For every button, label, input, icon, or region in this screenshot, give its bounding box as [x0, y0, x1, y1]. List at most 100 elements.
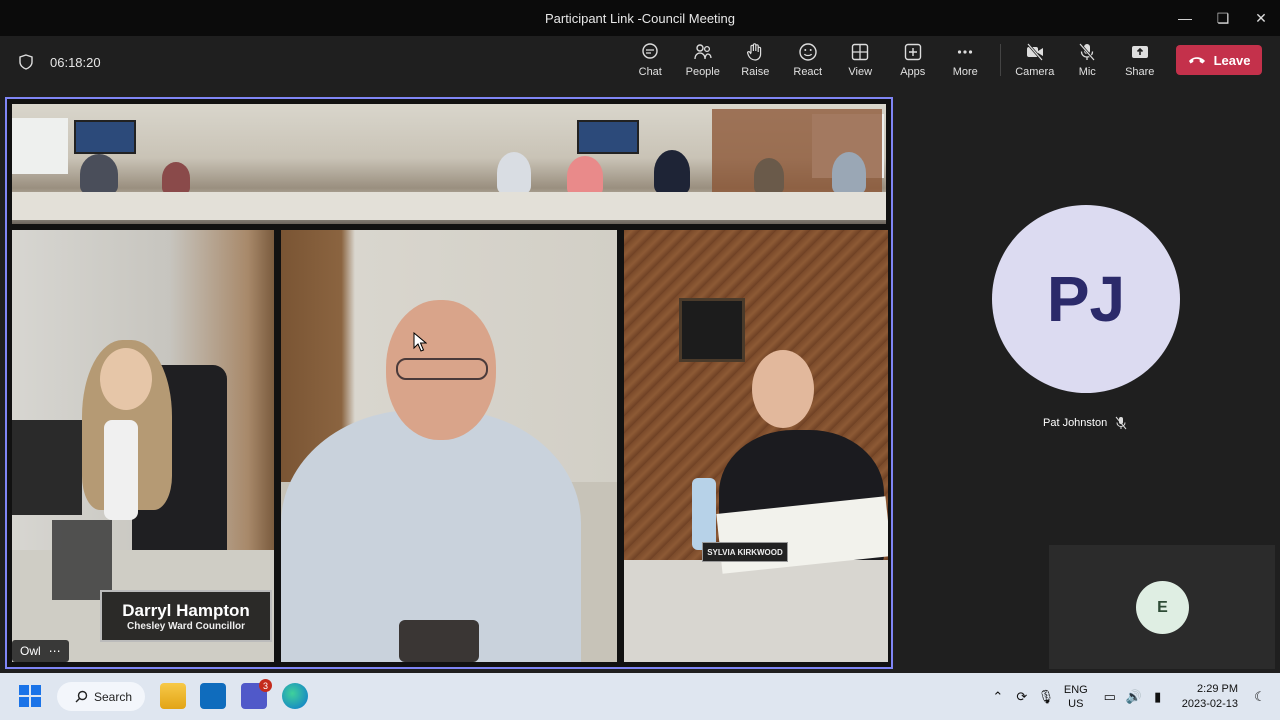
raise-label: Raise: [741, 66, 770, 78]
people-label: People: [685, 66, 720, 78]
person: [754, 158, 784, 194]
person: [567, 156, 603, 196]
apps-button[interactable]: Apps: [887, 42, 940, 78]
view-label: View: [848, 66, 873, 78]
water-bottle: [692, 478, 716, 550]
chat-icon: [642, 43, 658, 59]
active-video-stage[interactable]: Darryl Hampton Chesley Ward Councillor S…: [5, 97, 893, 669]
laptop: [12, 420, 82, 515]
person: [832, 152, 866, 194]
avatar[interactable]: PJ: [992, 205, 1180, 393]
language-code: ENG: [1063, 683, 1088, 696]
video-tile-1: Darryl Hampton Chesley Ward Councillor: [12, 230, 274, 662]
more-button[interactable]: More: [939, 42, 992, 78]
mic-muted-tray-icon[interactable]: 🎙: [1034, 689, 1058, 705]
video-tile-2: [281, 230, 617, 662]
taskbar: Search 3 ⌃ ⟳ 🎙 ENG US ▭ 🔊 ▮ 2:29 PM 2023…: [0, 673, 1280, 720]
clock-time: 2:29 PM: [1197, 682, 1238, 695]
person: [497, 152, 531, 194]
windows-logo-icon: [19, 685, 29, 695]
mic-off-icon: [1079, 43, 1096, 61]
video-source-label[interactable]: Owl ⋯: [12, 640, 69, 662]
mic-label: Mic: [1078, 66, 1096, 78]
leave-button[interactable]: Leave: [1176, 45, 1262, 75]
wall-photo: [679, 298, 745, 362]
leave-label: Leave: [1213, 52, 1251, 68]
camera-label: Camera: [1015, 66, 1055, 78]
nameplate-name: Darryl Hampton: [122, 600, 250, 620]
window-left: [12, 118, 68, 174]
window-title: Participant Link -Council Meeting: [544, 10, 736, 26]
edge-icon[interactable]: [282, 683, 308, 709]
share-icon: [1131, 46, 1148, 58]
close-icon[interactable]: ✕: [1242, 0, 1280, 36]
input-language[interactable]: ENG US: [1064, 683, 1088, 711]
pen-holder: [52, 520, 112, 600]
raise-hand-icon: [747, 43, 762, 61]
nameplate: Darryl Hampton Chesley Ward Councillor: [100, 590, 272, 642]
desk: [624, 560, 888, 662]
mouse-cursor-icon: [413, 332, 427, 352]
meeting-toolbar: 06:18:20 Chat People Raise React View Ap…: [0, 36, 1280, 92]
camera-off-icon: [1026, 43, 1043, 61]
window-controls: — ❏ ✕: [1166, 0, 1280, 36]
toolbar-divider: [999, 44, 1001, 76]
battery-icon[interactable]: ▮: [1146, 689, 1170, 705]
notification-badge: 3: [259, 679, 272, 692]
sync-icon[interactable]: ⟳: [1010, 689, 1034, 705]
people-icon: [694, 44, 712, 60]
display-icon[interactable]: ▭: [1098, 689, 1122, 705]
phone-hangup-icon: [1188, 57, 1205, 64]
panorama-video: [12, 104, 886, 224]
chat-label: Chat: [638, 66, 662, 78]
start-button[interactable]: [19, 685, 41, 707]
apps-icon: [904, 43, 921, 61]
coffee-cup: [399, 620, 479, 662]
mic-button[interactable]: Mic: [1061, 42, 1114, 78]
outlook-icon[interactable]: [200, 683, 226, 709]
share-button[interactable]: Share: [1114, 42, 1167, 78]
system-tray: ⌃ ⟳ 🎙 ENG US ▭ 🔊 ▮ 2:29 PM 2023-02-13 ☾: [986, 673, 1280, 720]
raise-hand-button[interactable]: Raise: [729, 42, 782, 78]
wall-monitor-left: [74, 120, 136, 154]
camera-button[interactable]: Camera: [1009, 42, 1062, 78]
nameplate-title: Chesley Ward Councillor: [127, 620, 245, 632]
share-label: Share: [1125, 66, 1155, 78]
elapsed-time: 06:18:20: [50, 54, 101, 70]
council-desk: [12, 192, 886, 220]
react-button[interactable]: React: [782, 42, 835, 78]
chevron-up-icon[interactable]: ⌃: [986, 689, 1010, 705]
notifications-icon[interactable]: ☾: [1248, 689, 1272, 705]
meeting-timer: 06:18:20: [18, 54, 101, 70]
video-tile-3: SYLVIA KIRKWOOD: [624, 230, 888, 662]
people-button[interactable]: People: [677, 42, 730, 78]
react-label: React: [793, 66, 823, 78]
system-clock[interactable]: 2:29 PM 2023-02-13: [1182, 682, 1238, 712]
source-name: Owl: [20, 644, 41, 658]
avatar[interactable]: E: [1136, 581, 1189, 634]
participant-name: Pat Johnston: [1043, 417, 1108, 429]
person-face: [752, 350, 814, 428]
mic-muted-icon: [1115, 416, 1127, 430]
view-button[interactable]: View: [834, 42, 887, 78]
teams-icon[interactable]: 3: [241, 679, 272, 709]
volume-icon[interactable]: 🔊: [1122, 689, 1146, 705]
file-explorer-icon[interactable]: [160, 683, 186, 709]
react-icon: [799, 43, 817, 61]
wall-monitor-right: [577, 120, 639, 154]
person: [654, 150, 690, 194]
search-icon: [75, 690, 88, 703]
view-icon: [852, 43, 869, 61]
more-options-icon[interactable]: ⋯: [49, 644, 61, 658]
taskbar-search[interactable]: Search: [57, 682, 145, 711]
nameplate-2: SYLVIA KIRKWOOD: [702, 542, 788, 562]
minimize-icon[interactable]: —: [1166, 0, 1204, 36]
more-icon: [958, 50, 973, 54]
chat-button[interactable]: Chat: [624, 42, 677, 78]
restore-icon[interactable]: ❏: [1204, 0, 1242, 36]
glasses: [396, 358, 488, 380]
shield-icon: [19, 54, 33, 70]
person: [162, 162, 190, 194]
apps-label: Apps: [900, 66, 926, 78]
region-code: US: [1068, 697, 1084, 710]
